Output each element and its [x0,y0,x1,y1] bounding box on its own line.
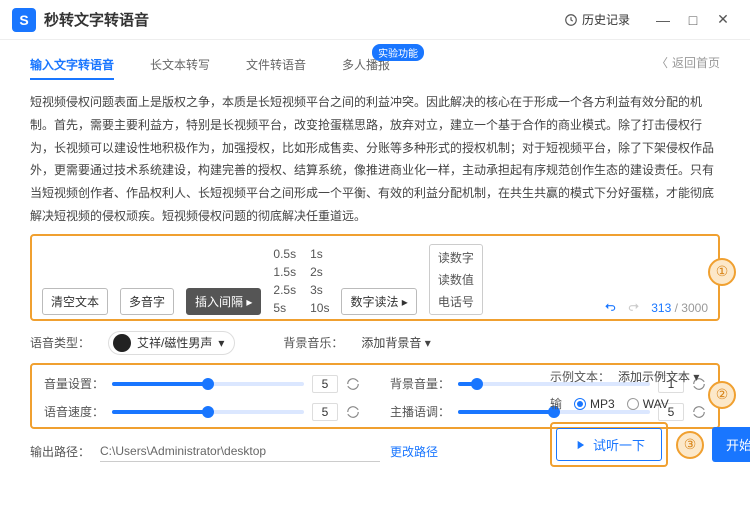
readmode-options[interactable]: 读数字 读数值 电话号 [429,244,483,315]
minimize-button[interactable]: — [648,12,678,28]
chevron-down-icon: ▾ [218,336,224,350]
speed-value: 5 [312,403,338,421]
speed-reset-icon[interactable] [346,405,360,419]
sample-select[interactable]: 添加示例文本 ▾ [618,368,699,385]
voicetype-label: 语音类型： [30,334,90,351]
play-icon [573,438,587,452]
tone-label: 主播语调： [390,403,450,420]
app-logo: S [12,8,36,32]
clock-icon [564,13,578,27]
char-count-max: 3000 [681,301,708,315]
outpath-label: 输出路径： [30,443,90,460]
sample-label: 示例文本： [550,368,610,385]
voice-name: 艾祥/磁性男声 [137,334,212,351]
speed-slider[interactable] [112,410,304,414]
undo-icon[interactable] [603,301,617,315]
radio-wav[interactable]: WAV [627,397,669,411]
speed-label: 语音速度： [44,403,104,420]
redo-icon[interactable] [627,301,641,315]
insert-pause-button[interactable]: 插入间隔 ▸ [186,288,261,315]
bgmusic-select[interactable]: 添加背景音 ▾ [361,334,430,351]
tab-input-tts[interactable]: 输入文字转语音 [30,50,114,79]
clear-text-button[interactable]: 清空文本 [42,288,108,315]
radio-mp3[interactable]: MP3 [574,397,615,411]
tab-multi[interactable]: 多人播报 实验功能 [342,50,390,79]
volume-value: 5 [312,375,338,393]
maximize-button[interactable]: □ [678,12,708,28]
change-path-button[interactable]: 更改路径 [390,443,438,460]
volume-reset-icon[interactable] [346,377,360,391]
bgvolume-label: 背景音量： [390,375,450,392]
char-count-current: 313 [651,301,671,315]
bgmusic-label: 背景音乐： [283,334,343,351]
start-convert-button[interactable]: 开始转换 [712,427,750,462]
tab-longtext[interactable]: 长文本转写 [150,50,210,79]
annotation-3: ③ [676,431,704,459]
voice-select[interactable]: 艾祥/磁性男声 ▾ [108,331,235,355]
badge-experimental: 实验功能 [372,44,424,61]
tab-file-tts[interactable]: 文件转语音 [246,50,306,79]
format-label: 输 [550,395,562,412]
history-button[interactable]: 历史记录 [564,11,630,28]
volume-label: 音量设置： [44,375,104,392]
listen-button[interactable]: 试听一下 [556,428,662,461]
back-home[interactable]: 〈返回首页 [656,54,720,71]
annotation-1: ① [708,258,736,286]
polyphone-button[interactable]: 多音字 [120,288,174,315]
main-text-input[interactable]: 短视频侵权问题表面上是版权之争，本质是长短视频平台之间的利益冲突。因此解决的核心… [30,91,720,228]
number-read-button[interactable]: 数字读法 ▸ [341,288,416,315]
close-button[interactable]: ✕ [708,11,738,28]
history-label: 历史记录 [582,11,630,28]
avatar [113,334,131,352]
app-title: 秒转文字转语音 [44,9,149,30]
outpath-input[interactable] [100,441,380,462]
pause-options[interactable]: 0.5s1s 1.5s2s 2.5s3s 5s10s [273,247,329,315]
volume-slider[interactable] [112,382,304,386]
